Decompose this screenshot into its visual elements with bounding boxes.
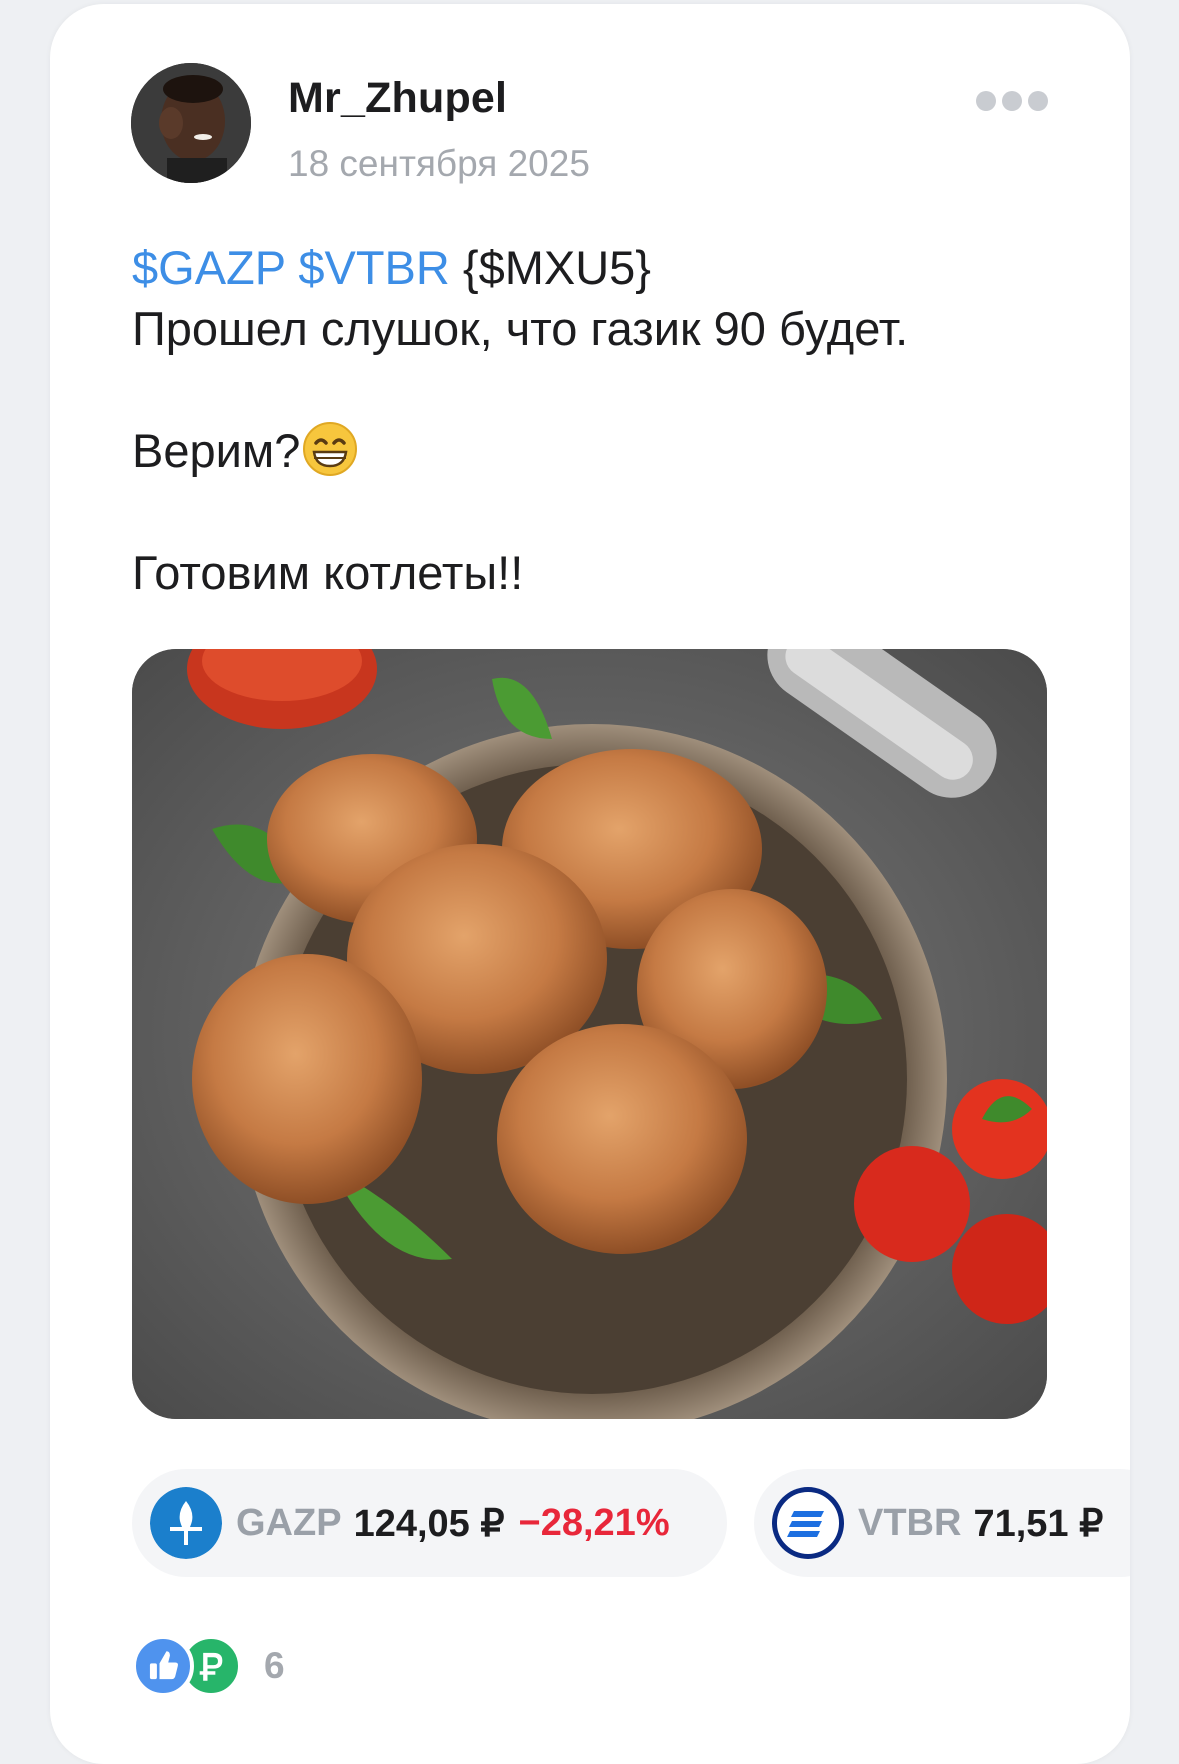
dot (1028, 91, 1048, 111)
instrument-price: 71,51 ₽ (973, 1502, 1104, 1545)
photo-illustration (132, 649, 1047, 1419)
dot (976, 91, 996, 111)
ticker-text-mxu5: {$MXU5} (462, 241, 652, 294)
reactions-bar[interactable]: 6 (132, 1634, 285, 1698)
ticker-link-gazp[interactable]: $GAZP (132, 241, 285, 294)
avatar[interactable] (131, 63, 251, 183)
more-dots-icon[interactable] (976, 88, 1048, 114)
thumbs-up-icon[interactable] (132, 1635, 194, 1697)
instrument-price: 124,05 ₽ (353, 1502, 505, 1545)
question-text: Верим? (132, 424, 301, 477)
post-line-cutlets: Готовим котлеты!! (132, 546, 524, 599)
post-text: $GAZP $VTBR {$MXU5} Прошел слушок, что г… (132, 237, 1052, 603)
instrument-ticker: VTBR (858, 1501, 962, 1544)
gazprom-logo-icon (150, 1487, 222, 1559)
reaction-count: 6 (264, 1645, 285, 1686)
instrument-change: −28,21% (518, 1501, 670, 1544)
dot (1002, 91, 1022, 111)
instrument-chips: GAZP 124,05 ₽ −28,21% VTBR 71,51 ₽ (132, 1469, 1130, 1577)
ticker-link-vtbr[interactable]: $VTBR (298, 241, 450, 294)
instrument-chip-vtbr[interactable]: VTBR 71,51 ₽ (754, 1469, 1130, 1577)
avatar-image (131, 63, 251, 183)
post-line-rumor: Прошел слушок, что газик 90 будет. (132, 302, 909, 355)
instrument-ticker: GAZP (236, 1501, 342, 1544)
grinning-face-emoji (303, 422, 358, 476)
author-name[interactable]: Mr_Zhupel (288, 74, 507, 123)
instrument-chip-gazp[interactable]: GAZP 124,05 ₽ −28,21% (132, 1469, 727, 1577)
photo-cutlets-in-bowl[interactable] (132, 649, 1047, 1419)
post-date: 18 сентября 2025 (288, 143, 590, 184)
post-line-question: Верим? (132, 420, 1052, 481)
post-line-tickers: $GAZP $VTBR {$MXU5} (132, 237, 1052, 298)
post-card: Mr_Zhupel 18 сентября 2025 $GAZP $VTBR {… (50, 4, 1130, 1764)
vtb-logo-icon (772, 1487, 844, 1559)
